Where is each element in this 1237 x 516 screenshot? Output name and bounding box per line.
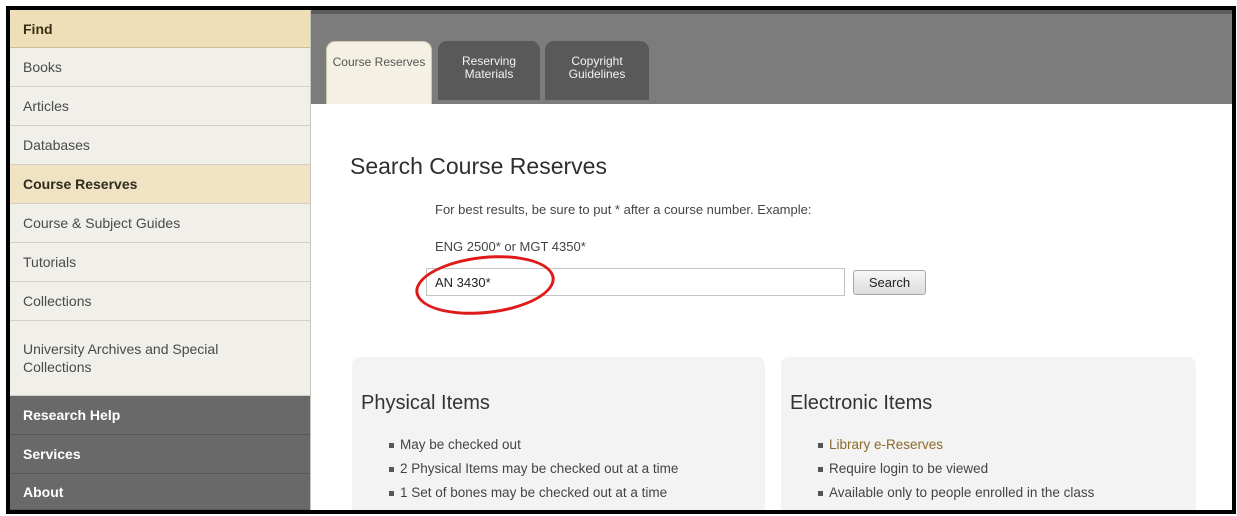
tab-bar: Course Reserves Reserving Materials Copy… xyxy=(311,10,1232,104)
list-item: 2 Physical Items may be checked out at a… xyxy=(389,457,678,481)
electronic-items-list: Library e-Reserves Require login to be v… xyxy=(818,433,1094,505)
sidebar-item-articles[interactable]: Articles xyxy=(10,87,310,126)
sidebar-heading-find[interactable]: Find xyxy=(10,10,310,48)
tab-reserving-materials[interactable]: Reserving Materials xyxy=(438,41,540,100)
list-item: Available only to people enrolled in the… xyxy=(818,481,1094,505)
sidebar-item-collections[interactable]: Collections xyxy=(10,282,310,321)
tab-copyright-guidelines[interactable]: Copyright Guidelines xyxy=(545,41,649,100)
sidebar-section-services[interactable]: Services xyxy=(10,435,310,474)
sidebar-item-course-subject-guides[interactable]: Course & Subject Guides xyxy=(10,204,310,243)
list-item: 1 Set of bones may be checked out at a t… xyxy=(389,481,678,505)
sidebar-item-course-reserves[interactable]: Course Reserves xyxy=(10,165,310,204)
page-title: Search Course Reserves xyxy=(350,153,607,179)
list-item: Require login to be viewed xyxy=(818,457,1094,481)
search-input[interactable] xyxy=(426,268,845,296)
sidebar-section-research-help[interactable]: Research Help xyxy=(10,396,310,435)
library-e-reserves-link[interactable]: Library e-Reserves xyxy=(818,433,1094,457)
physical-items-title: Physical Items xyxy=(361,392,490,414)
search-button[interactable]: Search xyxy=(853,270,926,295)
tab-course-reserves[interactable]: Course Reserves xyxy=(326,41,432,104)
main-content: Course Reserves Reserving Materials Copy… xyxy=(311,10,1232,510)
sidebar: Find Books Articles Databases Course Res… xyxy=(10,10,311,510)
electronic-items-title: Electronic Items xyxy=(790,392,933,414)
search-hint: For best results, be sure to put * after… xyxy=(435,202,812,217)
sidebar-section-about[interactable]: About xyxy=(10,474,310,510)
sidebar-item-tutorials[interactable]: Tutorials xyxy=(10,243,310,282)
physical-items-list: May be checked out 2 Physical Items may … xyxy=(389,433,678,505)
electronic-items-panel: Electronic Items Library e-Reserves Requ… xyxy=(781,357,1196,510)
list-item: May be checked out xyxy=(389,433,678,457)
sidebar-item-databases[interactable]: Databases xyxy=(10,126,310,165)
sidebar-item-books[interactable]: Books xyxy=(10,48,310,87)
search-example: ENG 2500* or MGT 4350* xyxy=(435,239,586,254)
sidebar-item-archives[interactable]: University Archives and Special Collecti… xyxy=(10,321,310,396)
physical-items-panel: Physical Items May be checked out 2 Phys… xyxy=(352,357,765,510)
screenshot-frame: Find Books Articles Databases Course Res… xyxy=(6,6,1236,514)
